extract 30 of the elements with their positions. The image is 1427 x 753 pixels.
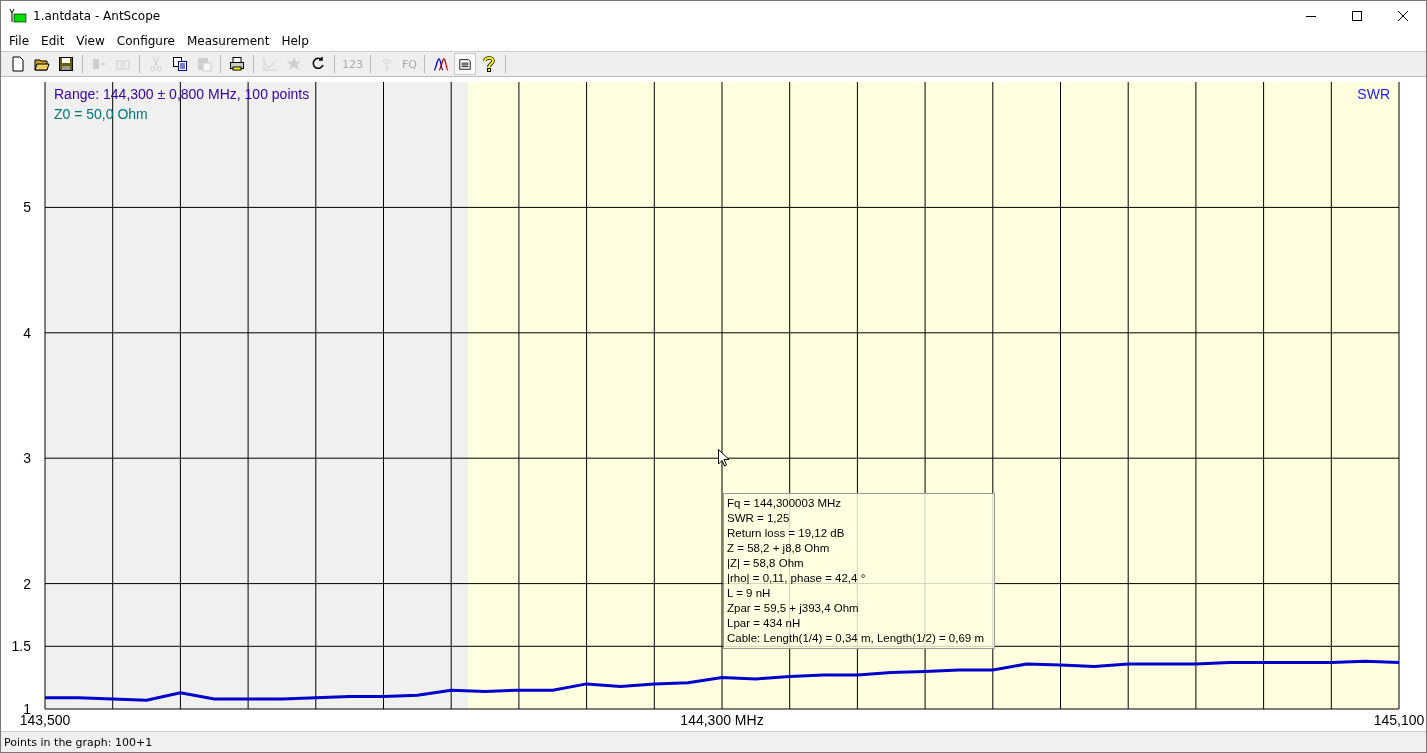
- readout-line: SWR = 1,25: [727, 511, 791, 526]
- status-text: Points in the graph: 100+1: [4, 735, 153, 749]
- menu-item[interactable]: View: [70, 34, 111, 48]
- maximize-icon[interactable]: [1351, 10, 1363, 22]
- menu-item[interactable]: Help: [275, 34, 315, 48]
- readout-line: Fq = 144,300003 MHz: [727, 496, 843, 511]
- y-axis-label: 2: [23, 575, 31, 592]
- x-axis-label: 144,300 MHz: [680, 712, 764, 728]
- app-icon: [9, 9, 27, 23]
- y-axis-label: 5: [23, 199, 31, 216]
- readout-line: Z = 58,2 + j8,8 Ohm: [727, 541, 831, 556]
- menu-item[interactable]: Configure: [110, 34, 181, 48]
- readout-line: |rho| = 0,11, phase = 42,4 °: [727, 571, 867, 586]
- readout-line: Return loss = 19,12 dB: [727, 526, 846, 541]
- readout-line: |Z| = 58,8 Ohm: [727, 556, 805, 571]
- x-axis-label: 145,100: [1373, 712, 1425, 728]
- y-axis-label: 3: [23, 450, 31, 467]
- y-axis-label: 4: [23, 324, 31, 341]
- list-icon[interactable]: [454, 53, 476, 75]
- readout-line: Lpar = 434 nH: [727, 616, 802, 631]
- y-axis-label: 1.5: [11, 638, 31, 655]
- readout-line: Cable: Length(1/4) = 0,34 m, Length(1/2) = 0,69 m: [727, 631, 985, 646]
- close-icon[interactable]: [1397, 10, 1409, 22]
- menu-item[interactable]: Measurement: [181, 34, 276, 48]
- readout-line: Zpar = 59,5 + j393,4 Ohm: [727, 601, 860, 616]
- chart-title: SWR: [1357, 86, 1390, 102]
- readout-line: L = 9 nH: [727, 586, 772, 601]
- window-title: 1.antdata - AntScope: [33, 9, 161, 23]
- menu-item[interactable]: Edit: [35, 34, 71, 48]
- menu-item[interactable]: File: [3, 34, 36, 48]
